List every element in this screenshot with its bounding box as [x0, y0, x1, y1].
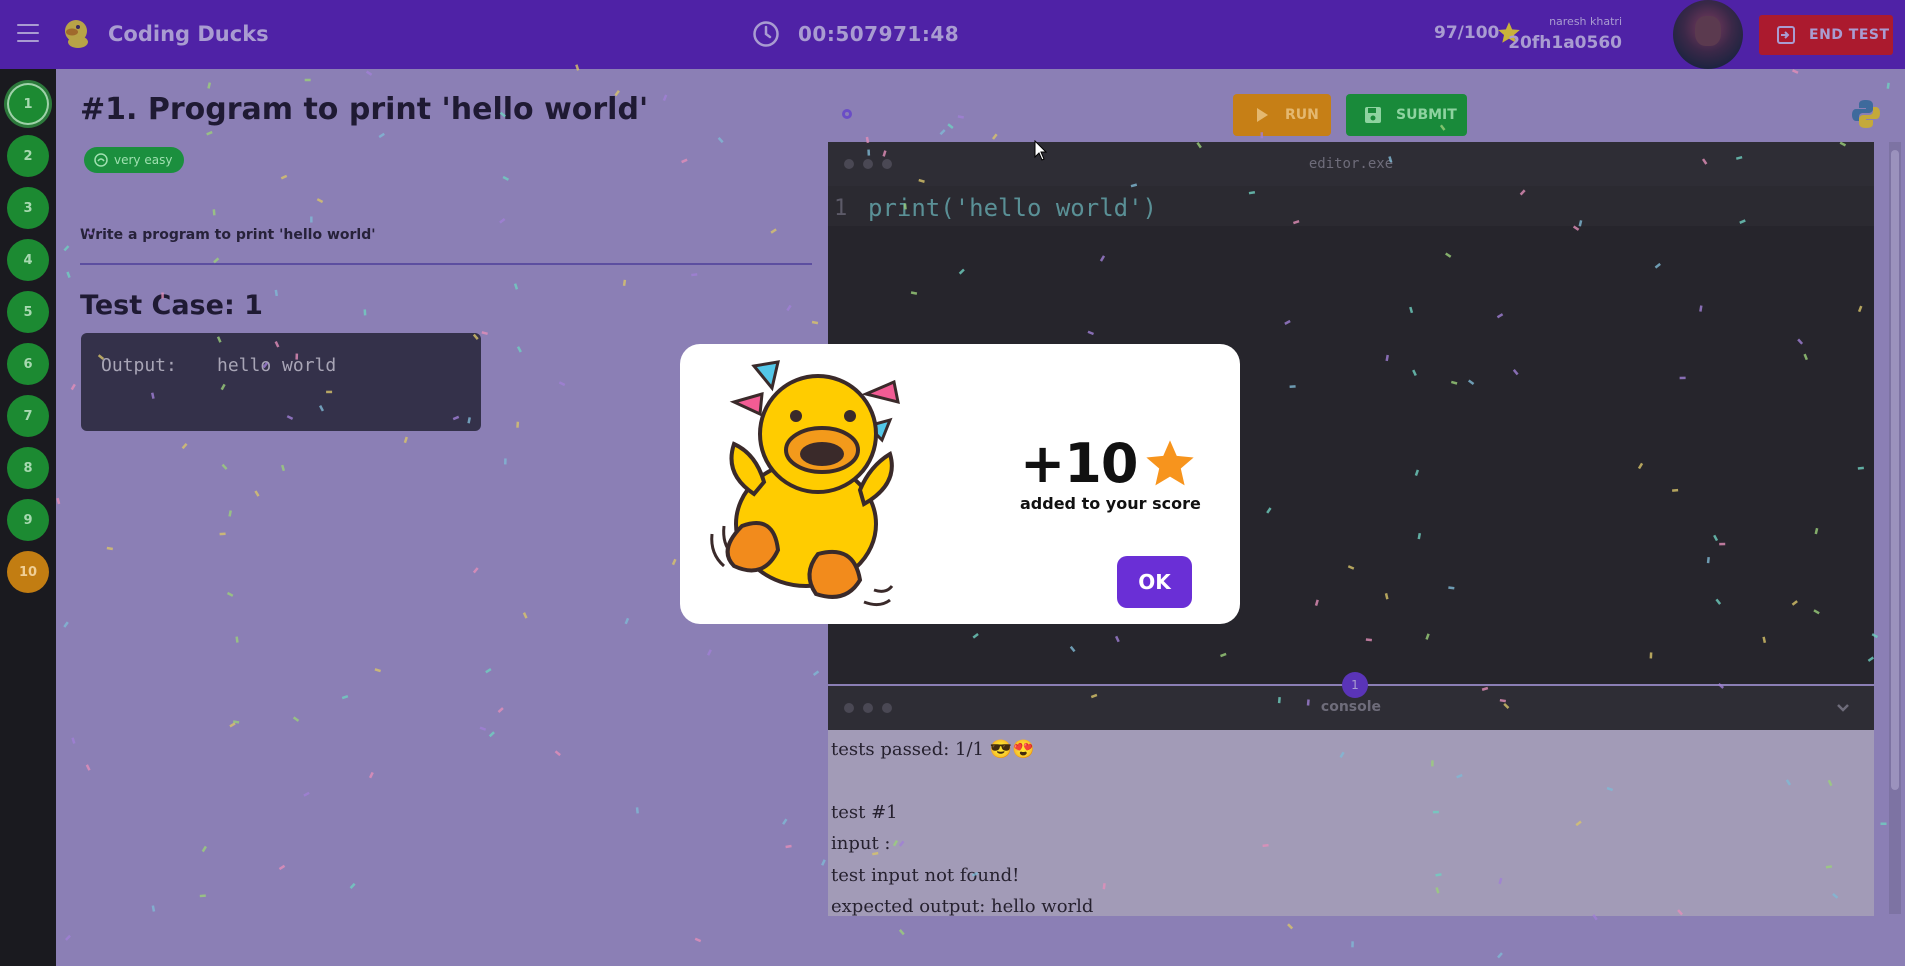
timer-text: 00:507971:48	[798, 22, 960, 46]
line-number: 1	[834, 196, 848, 221]
score-text: 97/100	[1434, 23, 1500, 43]
avatar[interactable]	[1673, 0, 1743, 69]
duck-illustration	[710, 360, 900, 607]
console-line: test input not found!	[831, 864, 1020, 886]
brand-name[interactable]: Coding Ducks	[108, 22, 269, 46]
question-description: Write a program to print 'hello world'	[80, 227, 376, 243]
console-title: console	[1320, 699, 1382, 715]
reward-modal: +10 added to your score OK	[680, 344, 1240, 624]
console-line: test #1	[831, 801, 898, 823]
question-button-10[interactable]: 10	[7, 551, 49, 593]
console-line: tests passed: 1/1 😎😍	[831, 739, 1035, 760]
chevron-down-icon[interactable]	[1834, 698, 1852, 716]
roll-number: 20fh1a0560	[1508, 33, 1622, 53]
menu-icon[interactable]	[17, 24, 39, 42]
star-icon	[1146, 439, 1195, 485]
output-value: hello world	[217, 355, 337, 376]
cloud-icon	[94, 153, 108, 167]
run-button[interactable]: RUN	[1233, 94, 1331, 136]
duck-logo	[65, 20, 88, 48]
username: naresh khatri	[1549, 15, 1622, 28]
test-case-title: Test Case: 1	[80, 290, 263, 321]
output-label: Output:	[101, 355, 177, 376]
question-button-9[interactable]: 9	[7, 499, 49, 541]
points-row: +10	[1020, 432, 1197, 495]
question-button-7[interactable]: 7	[7, 395, 49, 437]
scrollbar[interactable]	[1889, 142, 1901, 914]
exit-icon	[1777, 26, 1795, 44]
question-button-3[interactable]: 3	[7, 187, 49, 229]
mouse-cursor	[1034, 140, 1048, 161]
console-header[interactable]: console 1	[828, 672, 1874, 730]
end-test-label: END TEST	[1809, 27, 1890, 43]
python-icon[interactable]	[1850, 98, 1882, 130]
console-panel: console 1 tests passed: 1/1 😎😍 test #1 i…	[828, 672, 1874, 917]
console-line: input :	[831, 833, 891, 854]
question-button-2[interactable]: 2	[7, 135, 49, 177]
clock-icon	[753, 21, 779, 47]
submit-label: SUBMIT	[1396, 107, 1457, 123]
difficulty-badge: very easy	[84, 147, 185, 173]
console-line: expected output: hello world	[831, 896, 1094, 917]
top-bar: Coding Ducks 00:507971:48 97/100 naresh …	[0, 0, 1905, 69]
ok-button[interactable]: OK	[1117, 556, 1192, 608]
question-button-5[interactable]: 5	[7, 291, 49, 333]
points-value: +10	[1020, 432, 1138, 495]
question-button-4[interactable]: 4	[7, 239, 49, 281]
editor-header: editor.exe	[828, 142, 1874, 186]
question-title: #1. Program to print 'hello world'	[80, 92, 649, 127]
code-line[interactable]: 1 print('hello world')	[828, 186, 1874, 226]
play-icon	[1257, 108, 1268, 122]
console-output: tests passed: 1/1 😎😍 test #1 input : tes…	[831, 734, 1093, 923]
scrollbar-thumb[interactable]	[1891, 150, 1899, 790]
code-text[interactable]: print('hello world')	[868, 194, 1157, 222]
console-badge: 1	[1342, 672, 1368, 698]
submit-button[interactable]: SUBMIT	[1346, 94, 1467, 136]
test-case-box: Output: hello world	[81, 333, 481, 431]
end-test-button[interactable]: END TEST	[1759, 15, 1893, 55]
divider	[80, 263, 812, 265]
points-message: added to your score	[1020, 494, 1201, 513]
question-button-8[interactable]: 8	[7, 447, 49, 489]
question-button-1[interactable]: 1	[7, 83, 49, 125]
run-label: RUN	[1285, 107, 1319, 123]
save-icon	[1365, 107, 1381, 123]
question-navigator: 1 2 3 4 5 6 7 8 9 10	[0, 69, 56, 966]
editor-title: editor.exe	[1308, 156, 1394, 172]
difficulty-label: very easy	[114, 153, 173, 167]
question-button-6[interactable]: 6	[7, 343, 49, 385]
gear-icon[interactable]	[838, 105, 856, 123]
